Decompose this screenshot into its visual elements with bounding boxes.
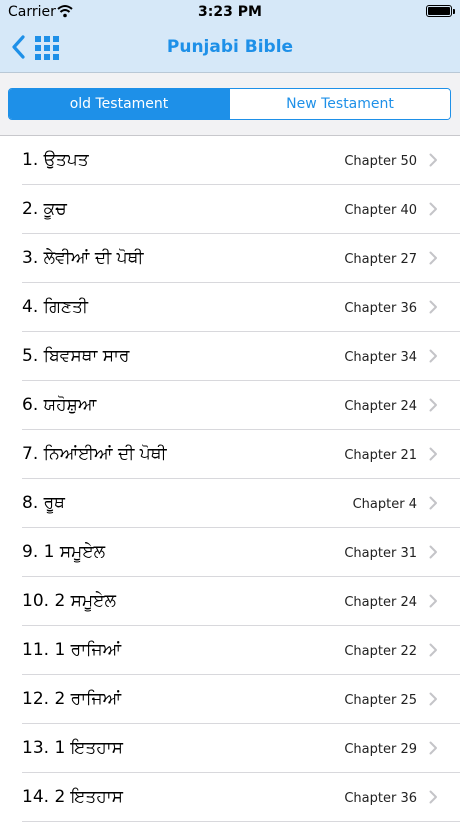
chevron-right-icon (429, 300, 437, 314)
chapter-count: Chapter 40 (344, 203, 417, 218)
book-row[interactable]: 3. ਲੇਵੀਆਂ ਦੀ ਪੋਥੀ Chapter 27 (0, 234, 460, 283)
chevron-right-icon (429, 398, 437, 412)
chapter-count: Chapter 25 (344, 693, 417, 708)
book-row[interactable]: 11. 1 ਰਾਜਿਆਂ Chapter 22 (0, 626, 460, 675)
chevron-right-icon (429, 202, 437, 216)
book-row[interactable]: 2. ਕੂਚ Chapter 40 (0, 185, 460, 234)
book-row[interactable]: 8. ਰੂਥ Chapter 4 (0, 479, 460, 528)
book-row[interactable]: 12. 2 ਰਾਜਿਆਂ Chapter 25 (0, 675, 460, 724)
book-name: 5. ਬਿਵਸਥਾ ਸਾਰ (22, 346, 130, 366)
chapter-count: Chapter 27 (344, 252, 417, 267)
chevron-right-icon (429, 349, 437, 363)
book-name: 9. 1 ਸਮੂਏਲ (22, 542, 106, 562)
chevron-right-icon (429, 251, 437, 265)
book-name: 8. ਰੂਥ (22, 493, 65, 513)
book-name: 3. ਲੇਵੀਆਂ ਦੀ ਪੋਥੀ (22, 248, 144, 268)
status-time: 3:23 PM (198, 4, 262, 20)
testament-segmented-control: old Testament New Testament (8, 88, 451, 120)
book-row[interactable]: 13. 1 ਇਤਹਾਸ Chapter 29 (0, 724, 460, 773)
battery-icon (426, 5, 455, 17)
chapter-count: Chapter 22 (344, 644, 417, 659)
chevron-right-icon (429, 496, 437, 510)
chapter-count: Chapter 29 (344, 742, 417, 757)
chevron-right-icon (429, 643, 437, 657)
book-name: 4. ਗਿਣਤੀ (22, 297, 88, 317)
book-row[interactable]: 5. ਬਿਵਸਥਾ ਸਾਰ Chapter 34 (0, 332, 460, 381)
new-testament-tab[interactable]: New Testament (229, 89, 450, 119)
page-title: Punjabi Bible (166, 37, 294, 57)
chevron-right-icon (429, 594, 437, 608)
chapter-count: Chapter 24 (344, 595, 417, 610)
book-row[interactable]: 4. ਗਿਣਤੀ Chapter 36 (0, 283, 460, 332)
chevron-right-icon (429, 741, 437, 755)
chevron-right-icon (429, 692, 437, 706)
book-row[interactable]: 6. ਯਹੋਸ਼ੁਆ Chapter 24 (0, 381, 460, 430)
book-name: 2. ਕੂਚ (22, 199, 67, 219)
chapter-count: Chapter 50 (344, 154, 417, 169)
book-name: 12. 2 ਰਾਜਿਆਂ (22, 689, 122, 709)
book-name: 10. 2 ਸਮੂਏਲ (22, 591, 116, 611)
book-row[interactable]: 14. 2 ਇਤਹਾਸ Chapter 36 (0, 773, 460, 822)
chapter-count: Chapter 21 (344, 448, 417, 463)
book-name: 13. 1 ਇਤਹਾਸ (22, 738, 123, 758)
chevron-right-icon (429, 153, 437, 167)
chapter-count: Chapter 36 (344, 301, 417, 316)
testament-segment-bar: old Testament New Testament (0, 73, 460, 136)
book-list: 1. ਉਤਪਤ Chapter 50 2. ਕੂਚ Chapter 40 3. ਲੇਵੀ… (0, 136, 460, 822)
navigation-bar: Punjabi Bible (0, 24, 460, 73)
book-row[interactable]: 10. 2 ਸਮੂਏਲ Chapter 24 (0, 577, 460, 626)
old-testament-tab[interactable]: old Testament (9, 89, 229, 119)
book-name: 1. ਉਤਪਤ (22, 150, 89, 170)
chapter-count: Chapter 31 (344, 546, 417, 561)
book-row[interactable]: 7. ਨਿਆਂਈਆਂ ਦੀ ਪੋਥੀ Chapter 21 (0, 430, 460, 479)
chapter-count: Chapter 36 (344, 791, 417, 806)
book-name: 11. 1 ਰਾਜਿਆਂ (22, 640, 122, 660)
book-row[interactable]: 1. ਉਤਪਤ Chapter 50 (0, 136, 460, 185)
chapter-count: Chapter 24 (344, 399, 417, 414)
book-name: 7. ਨਿਆਂਈਆਂ ਦੀ ਪੋਥੀ (22, 444, 167, 464)
book-row[interactable]: 9. 1 ਸਮੂਏਲ Chapter 31 (0, 528, 460, 577)
book-name: 14. 2 ਇਤਹਾਸ (22, 787, 123, 807)
chapter-count: Chapter 4 (352, 497, 417, 512)
chapter-count: Chapter 34 (344, 350, 417, 365)
chevron-right-icon (429, 545, 437, 559)
chevron-right-icon (429, 790, 437, 804)
chevron-right-icon (429, 447, 437, 461)
book-name: 6. ਯਹੋਸ਼ੁਆ (22, 395, 97, 415)
status-bar: Carrier 3:23 PM (0, 0, 460, 24)
